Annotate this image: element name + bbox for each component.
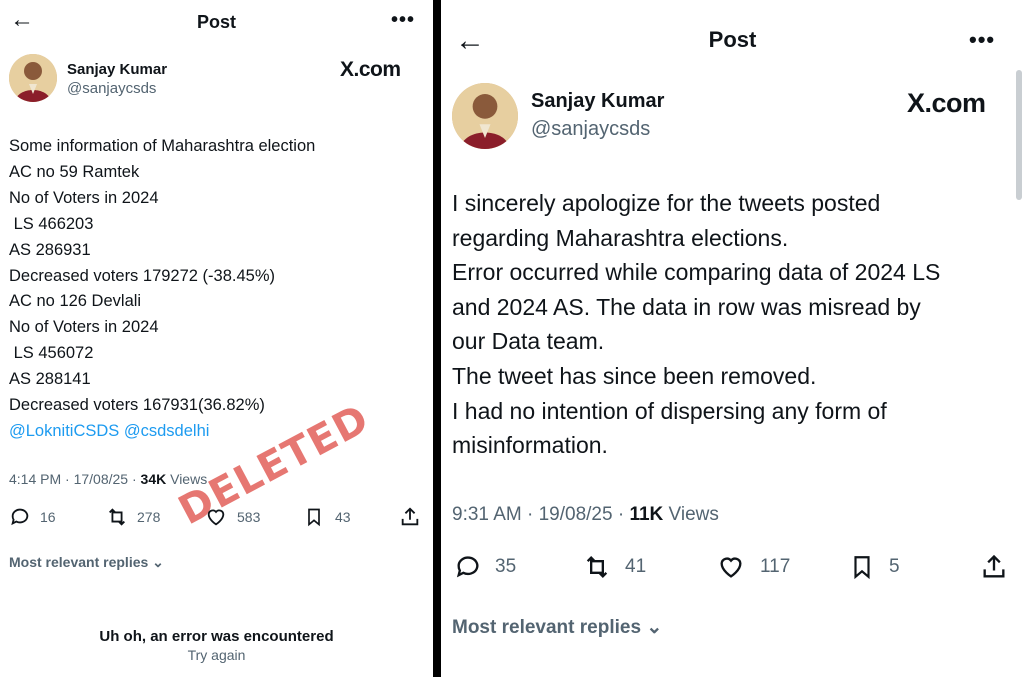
repost-icon	[109, 508, 125, 526]
post-line: regarding Maharashtra elections.	[452, 224, 789, 251]
error-message: Uh oh, an error was encountered Try agai…	[0, 628, 433, 663]
share-button[interactable]	[399, 506, 421, 528]
repost-button[interactable]: 278	[105, 506, 160, 528]
deleted-post-panel: ← Post ••• Sanjay Kumar @sanjaycsds X.co…	[0, 0, 433, 677]
post-line: I had no intention of dispersing any for…	[452, 397, 887, 424]
post-line: misinformation.	[452, 432, 608, 459]
reply-count: 16	[40, 509, 56, 525]
reply-count: 35	[495, 556, 517, 577]
views-label: Views	[663, 504, 719, 525]
chevron-down-icon: ⌄	[152, 554, 164, 570]
source-watermark: X.com	[340, 58, 401, 81]
more-dots-icon[interactable]: •••	[969, 29, 995, 51]
author-name[interactable]: Sanjay Kumar	[67, 61, 167, 78]
repost-count: 278	[137, 509, 161, 525]
avatar[interactable]	[9, 54, 57, 102]
apology-post-panel: ← Post ••• Sanjay Kumar @sanjaycsds X.co…	[441, 0, 1024, 677]
source-watermark: X.com	[907, 88, 986, 118]
post-timestamp[interactable]: 9:31 AM · 19/08/25 ·	[452, 504, 629, 525]
bookmark-button[interactable]: 5	[849, 553, 900, 581]
page-title: Post	[708, 27, 757, 52]
reply-icon	[456, 556, 479, 578]
post-line: and 2024 AS. The data in row was misread…	[452, 293, 921, 320]
bookmark-icon	[854, 556, 870, 580]
views-count: 34K	[140, 471, 167, 487]
share-icon	[401, 507, 419, 526]
share-icon	[983, 554, 1005, 578]
reply-button[interactable]: 16	[9, 506, 56, 528]
repost-icon	[586, 556, 608, 578]
heart-icon	[207, 509, 225, 526]
post-timestamp[interactable]: 4:14 PM · 17/08/25 ·	[9, 471, 141, 487]
post-text: Some information of Maharashtra election…	[9, 134, 315, 445]
post-line: AC no 59 Ramtek	[9, 162, 140, 181]
views-count: 11K	[629, 504, 664, 525]
post-line: I sincerely apologize for the tweets pos…	[452, 190, 881, 216]
bookmark-icon	[308, 508, 320, 527]
replies-sort-label: Most relevant replies	[452, 617, 642, 638]
replies-sort-label: Most relevant replies	[9, 554, 149, 570]
heart-icon	[720, 557, 742, 578]
avatar-image	[9, 54, 57, 102]
post-line: AS 288141	[9, 370, 91, 389]
author-handle[interactable]: @sanjaycsds	[531, 118, 650, 141]
bookmark-button[interactable]: 43	[304, 506, 351, 528]
replies-sort-button[interactable]: Most relevant replies ⌄	[452, 616, 662, 639]
chevron-down-icon: ⌄	[646, 617, 663, 638]
post-meta: 9:31 AM · 19/08/25 · 11K Views	[452, 504, 719, 526]
error-title: Uh oh, an error was encountered	[99, 628, 334, 645]
post-line: AC no 126 Devlali	[9, 292, 142, 311]
post-line: Error occurred while comparing data of 2…	[452, 259, 941, 286]
post-line: Some information of Maharashtra election	[9, 137, 316, 155]
share-button[interactable]	[980, 553, 1008, 581]
post-line: Decreased voters 179272 (-38.45%)	[9, 266, 275, 285]
replies-sort-button[interactable]: Most relevant replies ⌄	[9, 554, 164, 571]
post-line: Decreased voters 167931(36.82%)	[9, 396, 265, 415]
post-line: AS 286931	[9, 240, 91, 259]
author-name[interactable]: Sanjay Kumar	[531, 90, 664, 113]
post-line: No of Voters in 2024	[9, 188, 159, 207]
page-title: Post	[196, 12, 236, 32]
like-count: 117	[760, 556, 791, 577]
author-handle[interactable]: @sanjaycsds	[67, 80, 156, 97]
avatar-image	[452, 83, 518, 149]
like-button[interactable]: 583	[204, 506, 260, 528]
like-count: 583	[237, 509, 261, 525]
reply-button[interactable]: 35	[453, 553, 516, 581]
post-line: LS 456072	[9, 344, 94, 363]
bookmark-count: 43	[335, 509, 351, 525]
post-line: No of Voters in 2024	[9, 318, 159, 337]
scrollbar[interactable]	[1016, 70, 1022, 200]
repost-count: 41	[625, 556, 647, 577]
post-text: I sincerely apologize for the tweets pos…	[452, 186, 940, 463]
bookmark-count: 5	[889, 556, 900, 577]
like-button[interactable]: 117	[716, 553, 790, 581]
avatar[interactable]	[452, 83, 518, 149]
more-dots-icon[interactable]: •••	[391, 10, 415, 30]
post-meta: 4:14 PM · 17/08/25 · 34K Views	[9, 471, 207, 487]
reply-icon	[11, 508, 29, 526]
repost-button[interactable]: 41	[581, 553, 646, 581]
post-line: LS 466203	[9, 214, 94, 233]
panel-divider	[433, 0, 441, 677]
post-line: The tweet has since been removed.	[452, 362, 817, 389]
post-line: our Data team.	[452, 328, 605, 355]
try-again-link[interactable]: Try again	[0, 647, 433, 663]
